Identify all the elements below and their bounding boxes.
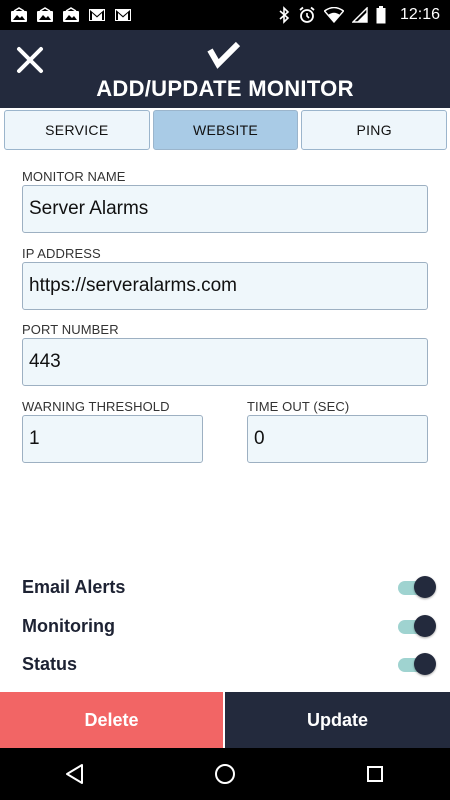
monitor-type-tabs: SERVICE WEBSITE PING [4,110,448,150]
app-bar: ADD/UPDATE MONITOR [0,30,450,108]
toggle-thumb [414,653,436,675]
monitoring-label: Monitoring [22,615,115,636]
gmail-icon [88,8,106,22]
monitoring-toggle[interactable] [398,615,436,637]
status-label: Status [22,653,78,674]
back-button[interactable] [55,754,95,794]
home-button[interactable] [205,754,245,794]
time-out-input[interactable] [247,415,428,463]
monitor-name-input[interactable] [22,185,428,233]
home-icon [215,764,235,784]
battery-icon [376,6,386,24]
warning-threshold-label: WARNING THRESHOLD [22,399,170,414]
update-button[interactable]: Update [225,692,450,748]
close-button[interactable] [14,44,46,76]
bluetooth-icon [278,6,290,24]
recents-button[interactable] [355,754,395,794]
clock-time: 12:16 [399,6,440,23]
wifi-icon [323,7,344,23]
system-nav-bar [0,748,450,800]
email-alerts-row: Email Alerts [22,572,436,602]
image-notification-icon [62,7,80,23]
toggle-thumb [414,615,436,637]
back-icon [66,764,83,784]
port-number-input[interactable] [22,338,428,386]
checkmark-icon [207,41,241,69]
warning-threshold-input[interactable] [22,415,203,463]
email-alerts-label: Email Alerts [22,576,126,597]
status-bar: 12:16 [0,0,450,30]
tab-ping[interactable]: PING [301,110,448,150]
tab-website[interactable]: WEBSITE [152,110,299,150]
monitor-name-label: MONITOR NAME [22,169,126,184]
time-out-label: TIME OUT (SEC) [247,399,350,414]
ip-address-input[interactable] [22,262,428,310]
alarm-icon [298,6,316,24]
tab-service[interactable]: SERVICE [4,110,150,150]
status-row: Status [22,649,436,679]
monitoring-row: Monitoring [22,611,436,641]
close-icon [17,47,43,73]
signal-icon [351,7,368,23]
toggle-thumb [414,576,436,598]
status-toggle[interactable] [398,653,436,675]
gmail-icon [114,8,132,22]
system-status-icons: 12:16 [278,6,440,24]
page-title: ADD/UPDATE MONITOR [96,76,354,101]
image-notification-icon [36,7,54,23]
ip-address-label: IP ADDRESS [22,246,101,261]
recents-icon [367,766,383,782]
notification-icons [10,7,132,23]
delete-button[interactable]: Delete [0,692,224,748]
confirm-button[interactable] [206,40,242,70]
action-buttons: Delete Update [0,692,450,748]
email-alerts-toggle[interactable] [398,576,436,598]
image-notification-icon [10,7,28,23]
port-number-label: PORT NUMBER [22,322,119,337]
